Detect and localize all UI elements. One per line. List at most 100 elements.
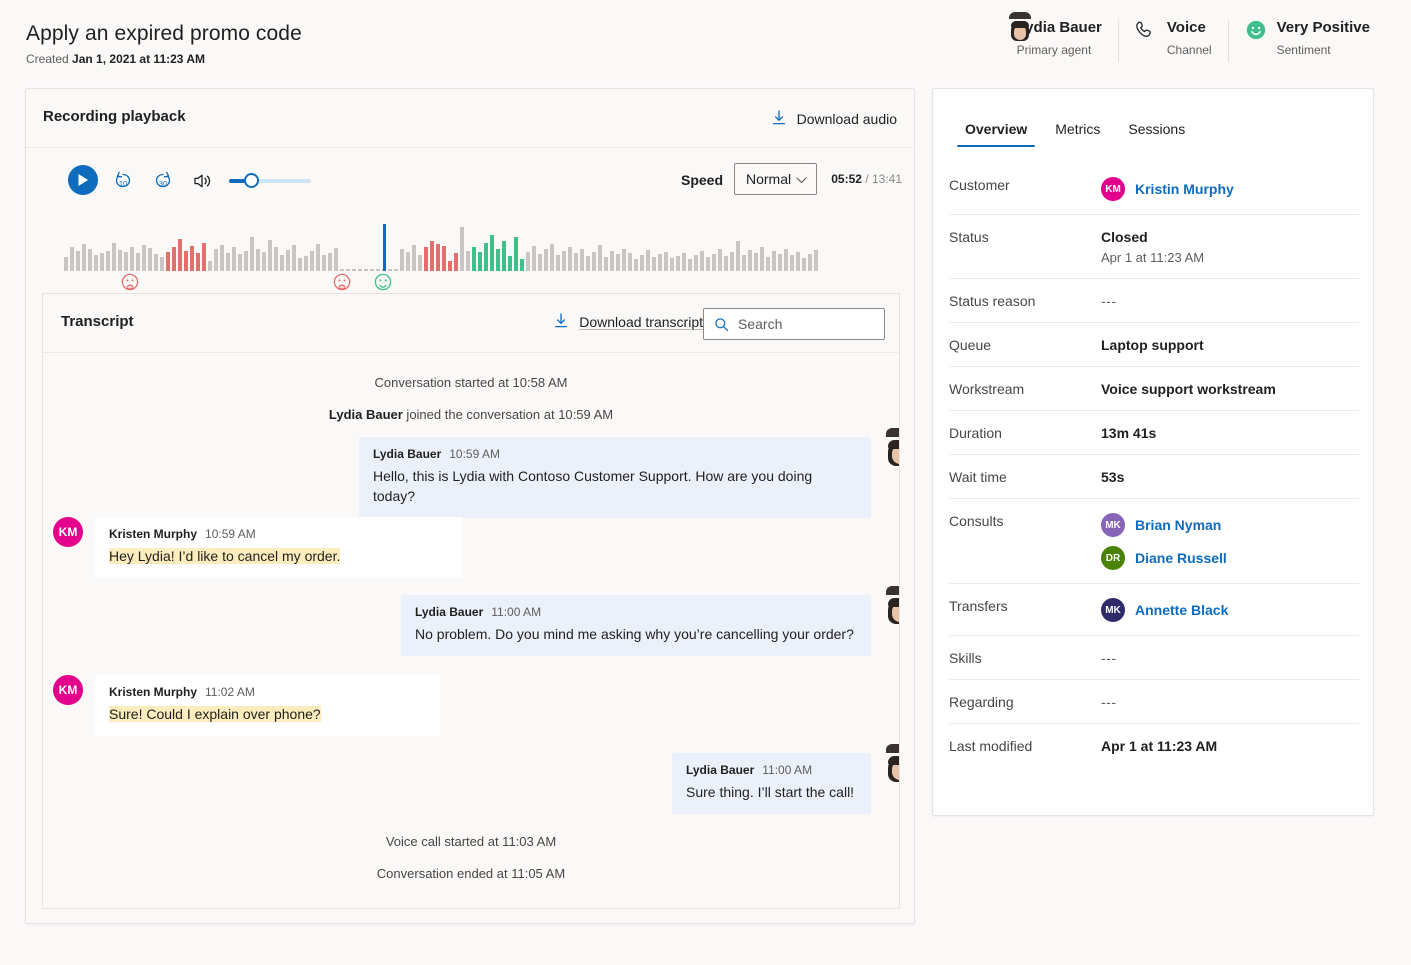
waveform-bar bbox=[628, 253, 632, 271]
waveform-bar bbox=[184, 251, 188, 271]
play-button[interactable] bbox=[68, 165, 98, 195]
person-name[interactable]: Kristin Murphy bbox=[1135, 181, 1234, 197]
message-text-wrap: Sure thing. I’ll start the call! bbox=[686, 782, 857, 802]
person-name[interactable]: Annette Black bbox=[1135, 602, 1228, 618]
waveform-playhead[interactable] bbox=[383, 224, 386, 271]
transcript-message[interactable]: KM Kristen Murphy11:02 AMSure! Could I ex… bbox=[53, 675, 440, 736]
message-bubble: Lydia Bauer11:00 AMNo problem. Do you mi… bbox=[401, 595, 871, 656]
forward-30-button[interactable]: 30 bbox=[151, 169, 175, 193]
waveform-bar bbox=[268, 240, 272, 271]
waveform-bar bbox=[388, 269, 392, 271]
transcript-message[interactable]: KMKristen Murphy10:59 AMHey Lydia! I’d l… bbox=[53, 517, 463, 578]
detail-value: Laptop support bbox=[1101, 337, 1204, 353]
time-separator: / bbox=[865, 172, 868, 186]
person-link[interactable]: KM Kristin Murphy bbox=[1101, 177, 1234, 201]
transcript-message[interactable]: Lydia Bauer11:00 AMNo problem. Do you mi… bbox=[401, 595, 883, 656]
person-name[interactable]: Brian Nyman bbox=[1135, 517, 1221, 533]
waveform-bar bbox=[640, 255, 644, 271]
detail-label: Consults bbox=[949, 513, 1101, 529]
tab-metrics[interactable]: Metrics bbox=[1047, 113, 1108, 147]
detail-value-text: 13m 41s bbox=[1101, 425, 1156, 441]
waveform-bar bbox=[172, 247, 176, 271]
waveform-bar bbox=[316, 244, 320, 271]
waveform[interactable] bbox=[64, 221, 926, 293]
person-avatar: MK bbox=[1101, 513, 1125, 537]
detail-value-text: --- bbox=[1101, 694, 1117, 710]
download-icon bbox=[771, 109, 787, 129]
message-speaker: Lydia Bauer bbox=[373, 447, 441, 461]
message-speaker: Lydia Bauer bbox=[415, 605, 483, 619]
waveform-bar bbox=[196, 253, 200, 271]
primary-agent-name: Lydia Bauer bbox=[1017, 18, 1102, 38]
speed-select[interactable]: Normal bbox=[734, 163, 817, 195]
waveform-bar bbox=[370, 269, 374, 271]
waveform-bar bbox=[118, 250, 122, 271]
transcript-message-list[interactable]: Conversation started at 10:58 AMLydia Ba… bbox=[43, 353, 899, 908]
message-time: 10:59 AM bbox=[449, 447, 500, 461]
transcript-message[interactable]: Lydia Bauer 10:59 AM Hello, this is Lydia … bbox=[359, 437, 883, 518]
detail-label: Skills bbox=[949, 650, 1101, 666]
tab-overview[interactable]: Overview bbox=[957, 113, 1035, 147]
playback-card-header: Recording playback Download audio bbox=[26, 89, 914, 148]
volume-slider-handle[interactable] bbox=[244, 173, 259, 188]
person-link[interactable]: MKAnnette Black bbox=[1101, 598, 1228, 622]
person-link[interactable]: DRDiane Russell bbox=[1101, 546, 1227, 570]
volume-slider[interactable] bbox=[229, 179, 311, 183]
waveform-bar bbox=[568, 247, 572, 271]
waveform-bar bbox=[214, 249, 218, 271]
waveform-bar bbox=[592, 252, 596, 271]
time-display: 05:52 / 13:41 bbox=[831, 172, 902, 186]
waveform-bar bbox=[796, 252, 800, 271]
primary-agent-role: Primary agent bbox=[1017, 42, 1102, 58]
message-meta: Lydia Bauer 10:59 AM bbox=[373, 446, 857, 462]
rewind-10-button[interactable]: 10 bbox=[111, 169, 135, 193]
person-avatar: KM bbox=[1101, 177, 1125, 201]
message-avatar: KM bbox=[53, 675, 83, 705]
waveform-bar bbox=[580, 249, 584, 271]
waveform-bar bbox=[424, 247, 428, 271]
waveform-bar bbox=[526, 252, 530, 271]
detail-value-text: --- bbox=[1101, 650, 1117, 666]
search-input[interactable]: Search bbox=[703, 308, 885, 340]
download-icon bbox=[553, 312, 569, 332]
waveform-bar bbox=[454, 253, 458, 271]
waveform-bar bbox=[82, 244, 86, 271]
frown-marker-icon bbox=[121, 273, 139, 291]
message-bubble: Lydia Bauer11:00 AM Sure thing. I’ll star… bbox=[672, 753, 871, 814]
waveform-bar bbox=[694, 255, 698, 271]
message-text-wrap: Hello, this is Lydia with Contoso Custom… bbox=[373, 466, 857, 506]
waveform-bar bbox=[406, 252, 410, 271]
waveform-bar bbox=[742, 255, 746, 271]
waveform-bar bbox=[586, 256, 590, 271]
detail-value: KM Kristin Murphy bbox=[1101, 177, 1234, 201]
waveform-bar bbox=[148, 248, 152, 271]
page-header: Apply an expired promo code Created Jan … bbox=[0, 0, 1411, 82]
tab-sessions[interactable]: Sessions bbox=[1120, 113, 1193, 147]
waveform-bar bbox=[556, 255, 560, 271]
channel-label: Channel bbox=[1167, 42, 1212, 58]
waveform-bars[interactable] bbox=[64, 221, 926, 271]
created-label: Created bbox=[26, 52, 69, 66]
detail-value-text: Apr 1 at 11:23 AM bbox=[1101, 738, 1217, 754]
detail-row: Skills--- bbox=[949, 636, 1359, 680]
channel-meta: Voice Channel bbox=[1119, 18, 1228, 58]
person-link[interactable]: MK Brian Nyman bbox=[1101, 513, 1227, 537]
message-meta: Lydia Bauer11:00 AM bbox=[686, 762, 857, 778]
message-time: 11:00 AM bbox=[491, 605, 541, 619]
waveform-bar bbox=[790, 255, 794, 271]
waveform-bar bbox=[490, 235, 494, 271]
waveform-bar bbox=[562, 251, 566, 271]
download-audio-button[interactable]: Download audio bbox=[771, 109, 897, 129]
download-transcript-button[interactable]: Download transcript bbox=[553, 312, 703, 332]
waveform-bar bbox=[142, 245, 146, 271]
transcript-message[interactable]: Lydia Bauer11:00 AM Sure thing. I’ll star… bbox=[672, 753, 883, 814]
waveform-bar bbox=[136, 253, 140, 271]
volume-icon[interactable] bbox=[192, 170, 214, 192]
waveform-bar bbox=[442, 246, 446, 271]
waveform-bar bbox=[754, 253, 758, 271]
message-bubble: Kristen Murphy11:02 AMSure! Could I expl… bbox=[95, 675, 440, 736]
details-tablist[interactable]: Overview Metrics Sessions bbox=[957, 113, 1193, 147]
message-text: Sure thing. I’ll start the call! bbox=[686, 784, 854, 800]
person-name[interactable]: Diane Russell bbox=[1135, 550, 1227, 566]
message-text: Hey Lydia! I’d like to cancel my order. bbox=[109, 548, 340, 564]
